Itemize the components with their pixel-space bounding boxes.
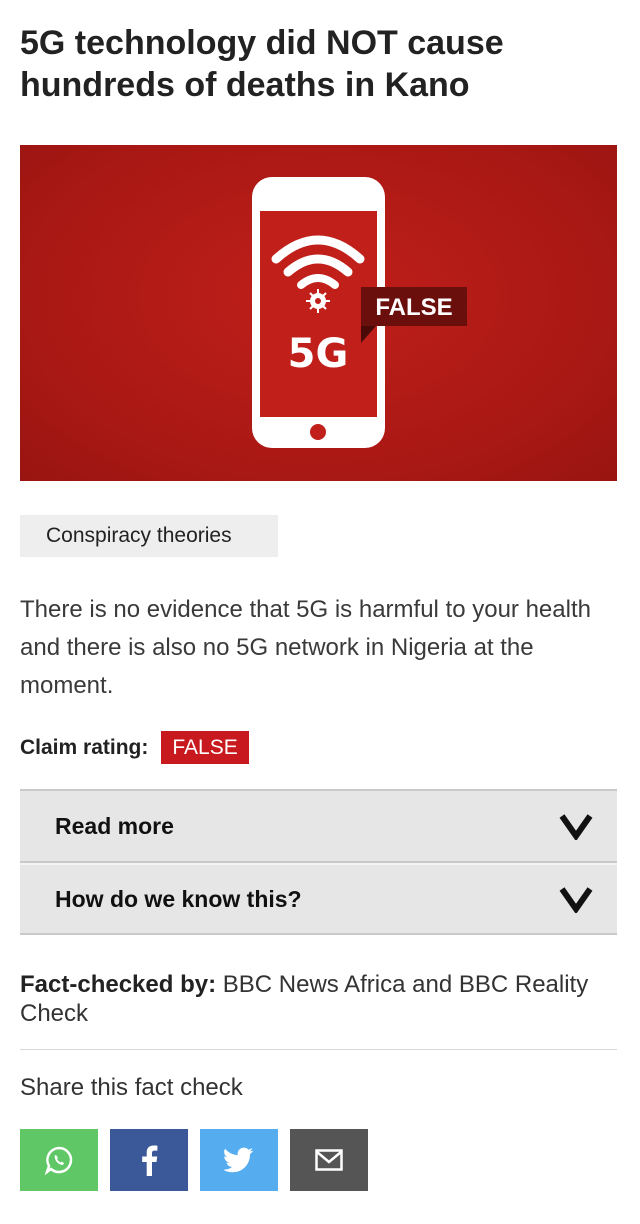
facebook-share-button[interactable] [110,1129,188,1191]
fact-checked-by: Fact-checked by: BBC News Africa and BBC… [20,970,620,1028]
divider [20,1049,617,1050]
accordion-read-more[interactable]: Read more [20,791,617,863]
share-title: Share this fact check [20,1074,243,1101]
twitter-share-button[interactable] [200,1129,278,1191]
phone-home-button [310,424,326,440]
phone-5g-label: 5G [288,331,349,377]
hero-image: 5G FALSE [20,145,617,481]
chevron-down-icon [559,885,593,913]
phone-illustration: 5G FALSE [252,177,467,448]
whatsapp-share-button[interactable] [20,1129,98,1191]
share-buttons [20,1129,368,1191]
chevron-down-icon [559,812,593,840]
page-title: 5G technology did NOT cause hundreds of … [20,24,504,104]
claim-rating: Claim rating: FALSE [20,731,249,764]
whatsapp-icon [44,1146,73,1175]
accordion-how-do-we-know[interactable]: How do we know this? [20,863,617,935]
facebook-icon [142,1145,158,1176]
false-badge-label: FALSE [375,294,452,321]
accordion-label: How do we know this? [55,885,302,912]
topic-tag[interactable]: Conspiracy theories [20,515,278,557]
email-share-button[interactable] [290,1129,368,1191]
email-icon [315,1149,343,1171]
accordion: Read more How do we know this? [20,789,617,935]
claim-rating-badge: FALSE [161,731,249,764]
fact-checked-by-label: Fact-checked by: [20,971,217,998]
claim-summary: There is no evidence that 5G is harmful … [20,596,591,699]
twitter-icon [224,1147,253,1173]
accordion-label: Read more [55,812,174,839]
claim-rating-label: Claim rating: [20,735,149,759]
